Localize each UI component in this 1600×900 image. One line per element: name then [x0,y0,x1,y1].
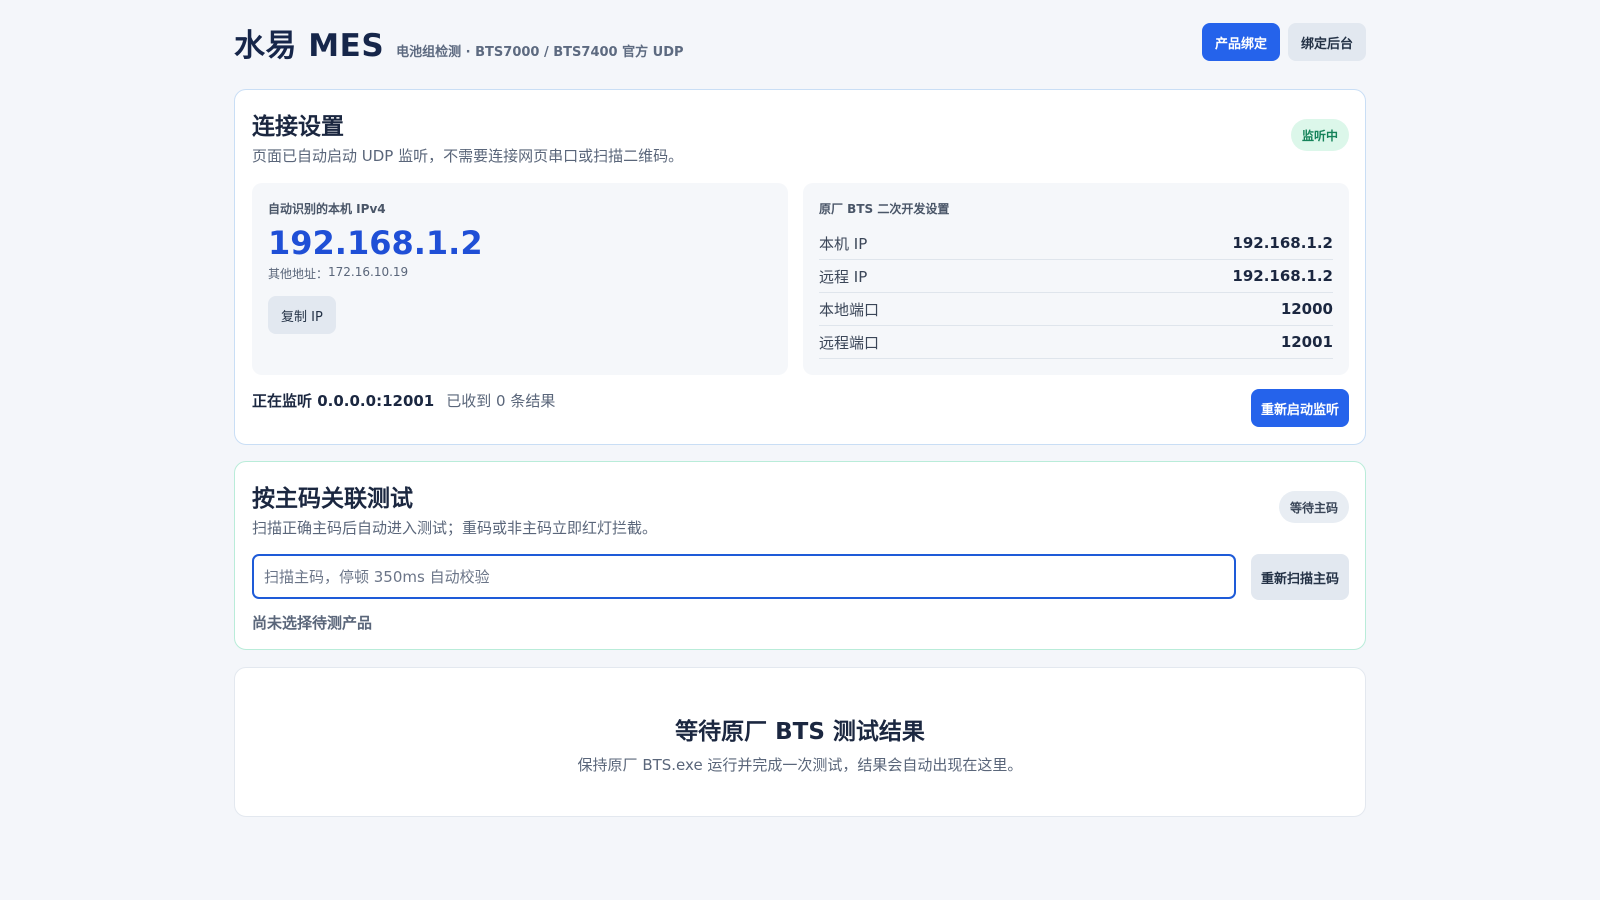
setting-row-remote-port: 远程端口 12001 [819,326,1333,359]
local-ip-value: 192.168.1.2 [268,224,483,262]
setting-value: 192.168.1.2 [1232,234,1333,252]
other-addresses: 其他地址： 172.16.10.19 [268,265,408,282]
scan-title: 按主码关联测试 [252,486,413,512]
other-address-prefix: 其他地址： [268,267,329,281]
local-ip-panel: 自动识别的本机 IPv4 192.168.1.2 其他地址： 172.16.10… [252,183,788,375]
result-title: 等待原厂 BTS 测试结果 [675,719,925,745]
rescan-master-code-button[interactable]: 重新扫描主码 [1250,554,1349,600]
bts-settings-label: 原厂 BTS 二次开发设置 [819,202,950,216]
product-selection-note: 尚未选择待测产品 [252,614,373,632]
setting-row-remote-ip: 远程 IP 192.168.1.2 [819,260,1333,293]
restart-listening-button[interactable]: 重新启动监听 [1250,389,1349,427]
app-subtitle: 电池组检测 · BTS7000 / BTS7400 官方 UDP [396,44,684,60]
local-ip-label: 自动识别的本机 IPv4 [268,202,386,216]
test-result-card: 等待原厂 BTS 测试结果 保持原厂 BTS.exe 运行并完成一次测试，结果会… [234,667,1366,817]
bind-backend-button[interactable]: 绑定后台 [1287,23,1366,61]
page: 水易 MES 电池组检测 · BTS7000 / BTS7400 官方 UDP … [234,0,1366,817]
brand: 水易 MES 电池组检测 · BTS7000 / BTS7400 官方 UDP [234,20,684,65]
bts-settings-list: 本机 IP 192.168.1.2 远程 IP 192.168.1.2 本地端口… [819,227,1333,359]
connection-settings-card: 连接设置 页面已自动启动 UDP 监听，不需要连接网页串口或扫描二维码。 监听中… [234,89,1366,445]
received-count: 已收到 0 条结果 [446,392,556,410]
result-description: 保持原厂 BTS.exe 运行并完成一次测试，结果会自动出现在这里。 [577,756,1023,774]
app-header: 水易 MES 电池组检测 · BTS7000 / BTS7400 官方 UDP … [234,0,1366,88]
listening-status-line: 正在监听 0.0.0.0:12001 已收到 0 条结果 [252,390,555,411]
bts-settings-panel: 原厂 BTS 二次开发设置 本机 IP 192.168.1.2 远程 IP 19… [803,183,1349,375]
setting-key: 远程端口 [819,333,880,352]
setting-value: 12001 [1280,333,1333,351]
other-address-value: 172.16.10.19 [328,265,409,279]
master-code-input[interactable] [252,554,1236,599]
listening-status-badge: 监听中 [1290,119,1349,151]
setting-value: 192.168.1.2 [1232,267,1333,285]
waiting-status-badge: 等待主码 [1278,491,1349,523]
listening-address: 正在监听 0.0.0.0:12001 [252,392,435,410]
app-title: 水易 MES [234,27,385,64]
setting-row-local-ip: 本机 IP 192.168.1.2 [819,227,1333,260]
setting-value: 12000 [1280,300,1333,318]
product-binding-button[interactable]: 产品绑定 [1201,23,1280,61]
master-code-test-card: 按主码关联测试 扫描正确主码后自动进入测试；重码或非主码立即红灯拦截。 等待主码… [234,461,1366,650]
scan-description: 扫描正确主码后自动进入测试；重码或非主码立即红灯拦截。 [252,519,658,537]
connection-title: 连接设置 [252,114,344,140]
setting-key: 本机 IP [819,234,868,253]
setting-key: 远程 IP [819,267,868,286]
connection-description: 页面已自动启动 UDP 监听，不需要连接网页串口或扫描二维码。 [252,147,684,165]
setting-row-local-port: 本地端口 12000 [819,293,1333,326]
setting-key: 本地端口 [819,300,880,319]
header-actions: 产品绑定 绑定后台 [1201,23,1366,61]
copy-ip-button[interactable]: 复制 IP [268,296,336,334]
